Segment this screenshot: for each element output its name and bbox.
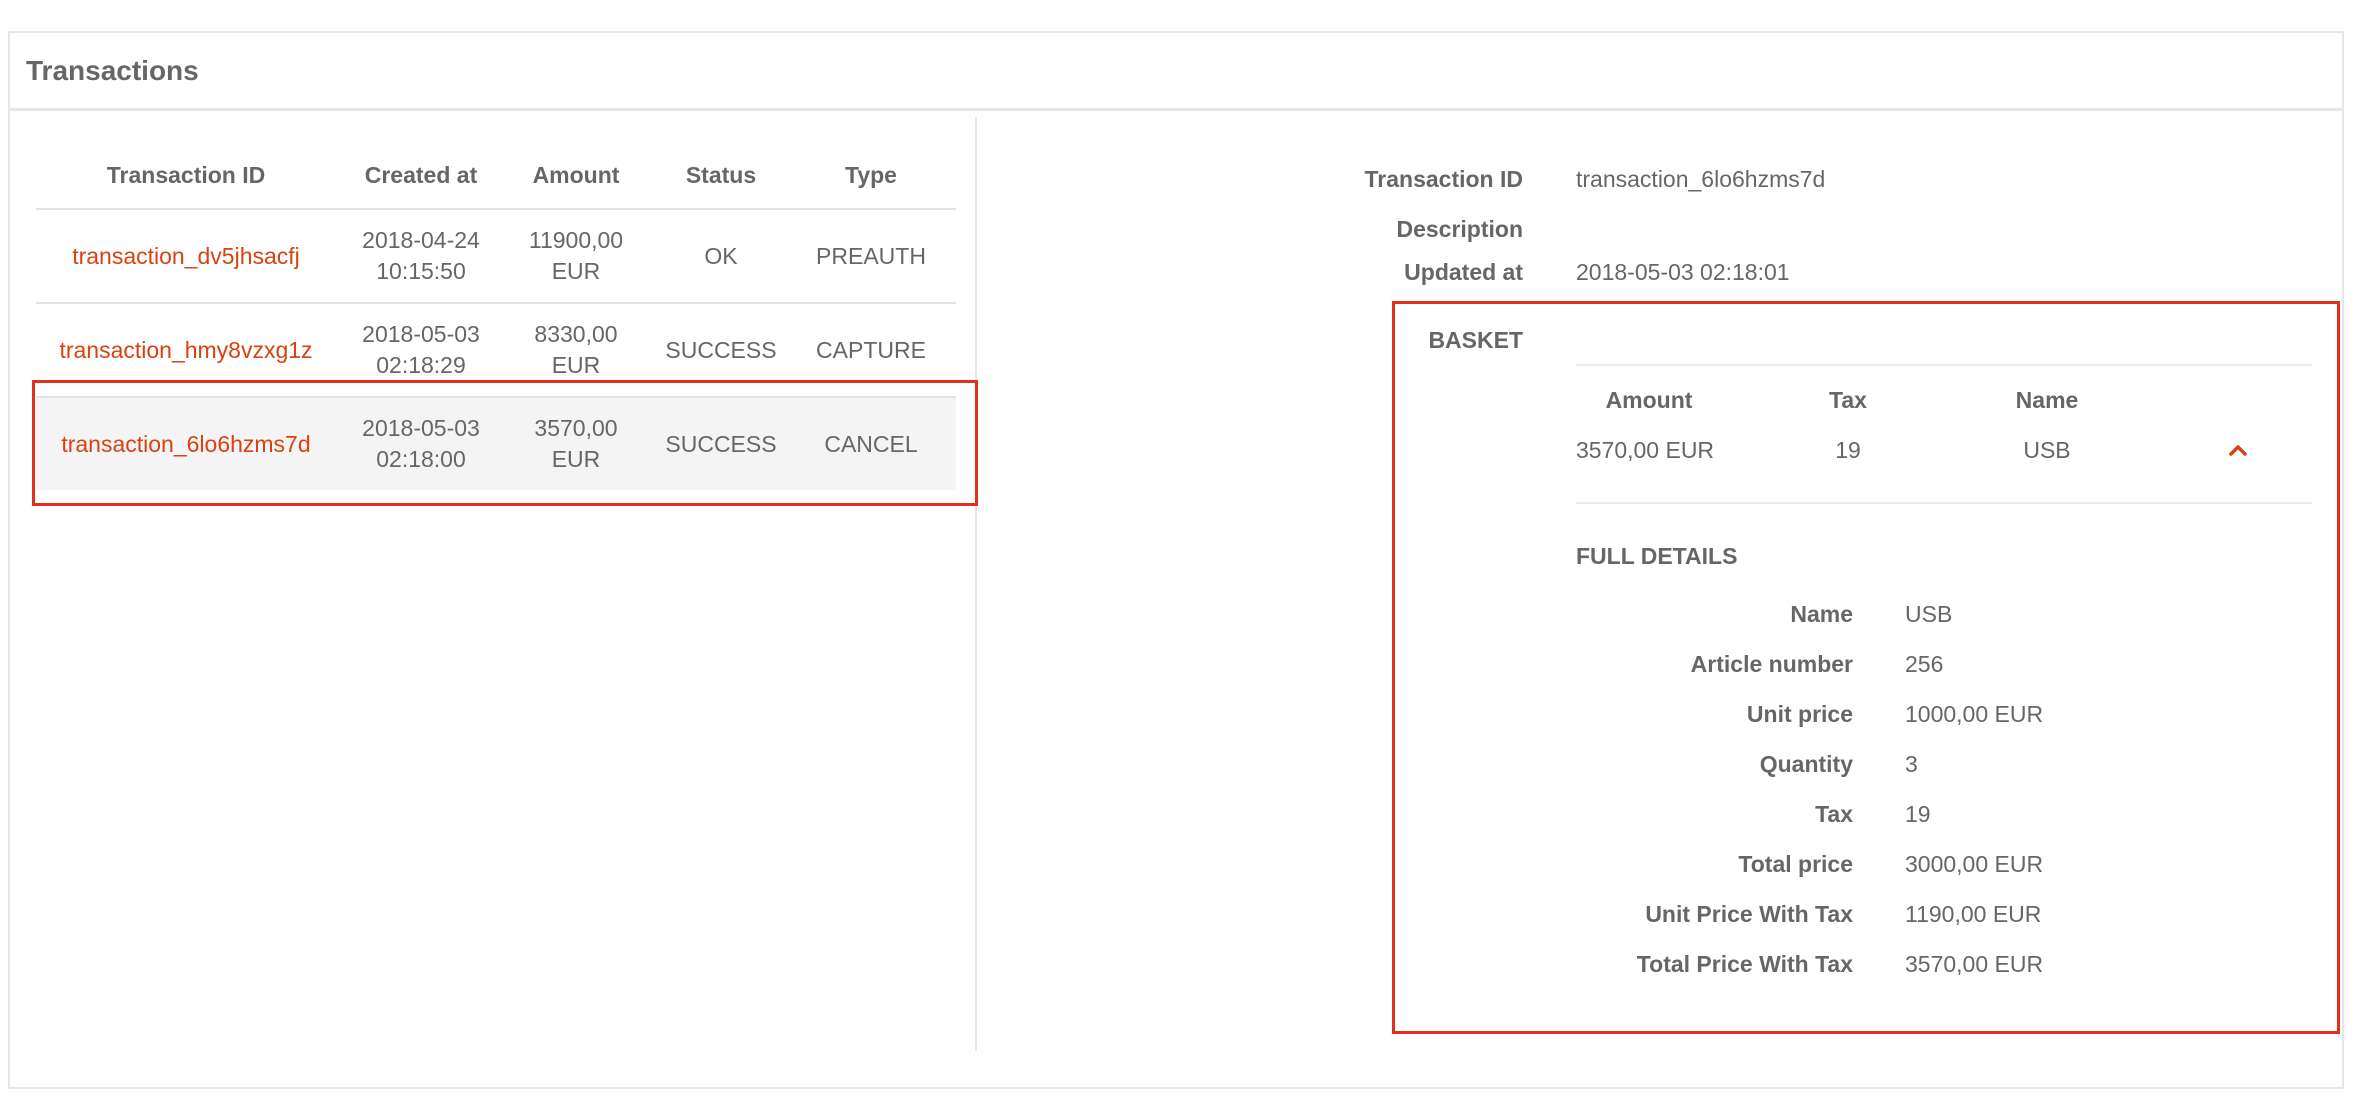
- basket-row-amount: 3570,00 EUR: [1575, 437, 1715, 463]
- basket-divider-top: [1576, 364, 2312, 366]
- full-details-value: 3570,00 EUR: [1905, 951, 2044, 977]
- status-cell: OK: [704, 242, 738, 269]
- amount-currency: EUR: [551, 352, 601, 378]
- full-details-label: Quantity: [1759, 751, 1853, 777]
- panel-divider: [975, 117, 977, 1051]
- amount-value: 8330,00: [534, 321, 618, 347]
- selected-row-highlight: [32, 380, 978, 506]
- column-header-transaction-id[interactable]: Transaction ID: [36, 162, 336, 189]
- table-row[interactable]: transaction_dv5jhsacfj 2018-04-24 10:15:5…: [36, 210, 956, 304]
- created-time: 10:15:50: [376, 258, 466, 284]
- created-date: 2018-05-03: [362, 321, 480, 347]
- basket-header-name: Name: [2015, 387, 2079, 413]
- column-header-amount[interactable]: Amount: [506, 162, 646, 189]
- amount-currency: EUR: [551, 258, 601, 284]
- full-details-label: Name: [1790, 601, 1853, 627]
- basket-row-tax: 19: [1835, 437, 1861, 463]
- full-details-label: Unit price: [1746, 701, 1853, 727]
- full-details-value: 256: [1905, 651, 1944, 677]
- column-header-status[interactable]: Status: [646, 162, 796, 189]
- full-details-value: 19: [1905, 801, 1931, 827]
- full-details-value: 1190,00 EUR: [1905, 901, 2042, 927]
- full-details-value: USB: [1905, 601, 1953, 627]
- full-details-value: 3: [1905, 751, 1918, 777]
- detail-updated-value: 2018-05-03 02:18:01: [1576, 259, 1790, 285]
- full-details-label: Total Price With Tax: [1636, 951, 1853, 977]
- full-details-label: Total price: [1738, 851, 1853, 877]
- amount-cell: 11900,00 EUR: [506, 210, 646, 302]
- basket-header-tax: Tax: [1829, 387, 1867, 413]
- amount-value: 11900,00: [528, 227, 624, 253]
- column-header-created-at[interactable]: Created at: [336, 162, 506, 189]
- full-details-label: Tax: [1815, 801, 1853, 827]
- full-details-label: Unit Price With Tax: [1645, 901, 1853, 927]
- panel-title: Transactions: [26, 55, 199, 86]
- basket-divider-bottom: [1576, 502, 2312, 504]
- created-date: 2018-04-24: [362, 227, 480, 253]
- panel-header: Transactions: [10, 33, 2342, 111]
- full-details-value: 1000,00 EUR: [1905, 701, 2044, 727]
- column-header-type[interactable]: Type: [796, 162, 946, 189]
- transaction-id-link[interactable]: transaction_dv5jhsacfj: [36, 210, 336, 302]
- detail-updated-label: Updated at: [1404, 259, 1523, 285]
- full-details-title: FULL DETAILS: [1576, 543, 1738, 569]
- type-cell: PREAUTH: [816, 242, 926, 269]
- detail-transaction-id-value: transaction_6lo6hzms7d: [1576, 166, 1826, 192]
- detail-description-label: Description: [1396, 216, 1523, 242]
- basket-header-amount: Amount: [1605, 387, 1693, 413]
- table-header-row: Transaction ID Created at Amount Status …: [36, 150, 956, 210]
- created-time: 02:18:29: [376, 352, 466, 378]
- created-at-cell: 2018-04-24 10:15:50: [336, 210, 506, 302]
- full-details-value: 3000,00 EUR: [1905, 851, 2044, 877]
- detail-transaction-id-label: Transaction ID: [1364, 166, 1523, 192]
- basket-row-name: USB: [2023, 437, 2071, 463]
- chevron-up-icon[interactable]: [2228, 440, 2248, 460]
- full-details-label: Article number: [1690, 651, 1853, 677]
